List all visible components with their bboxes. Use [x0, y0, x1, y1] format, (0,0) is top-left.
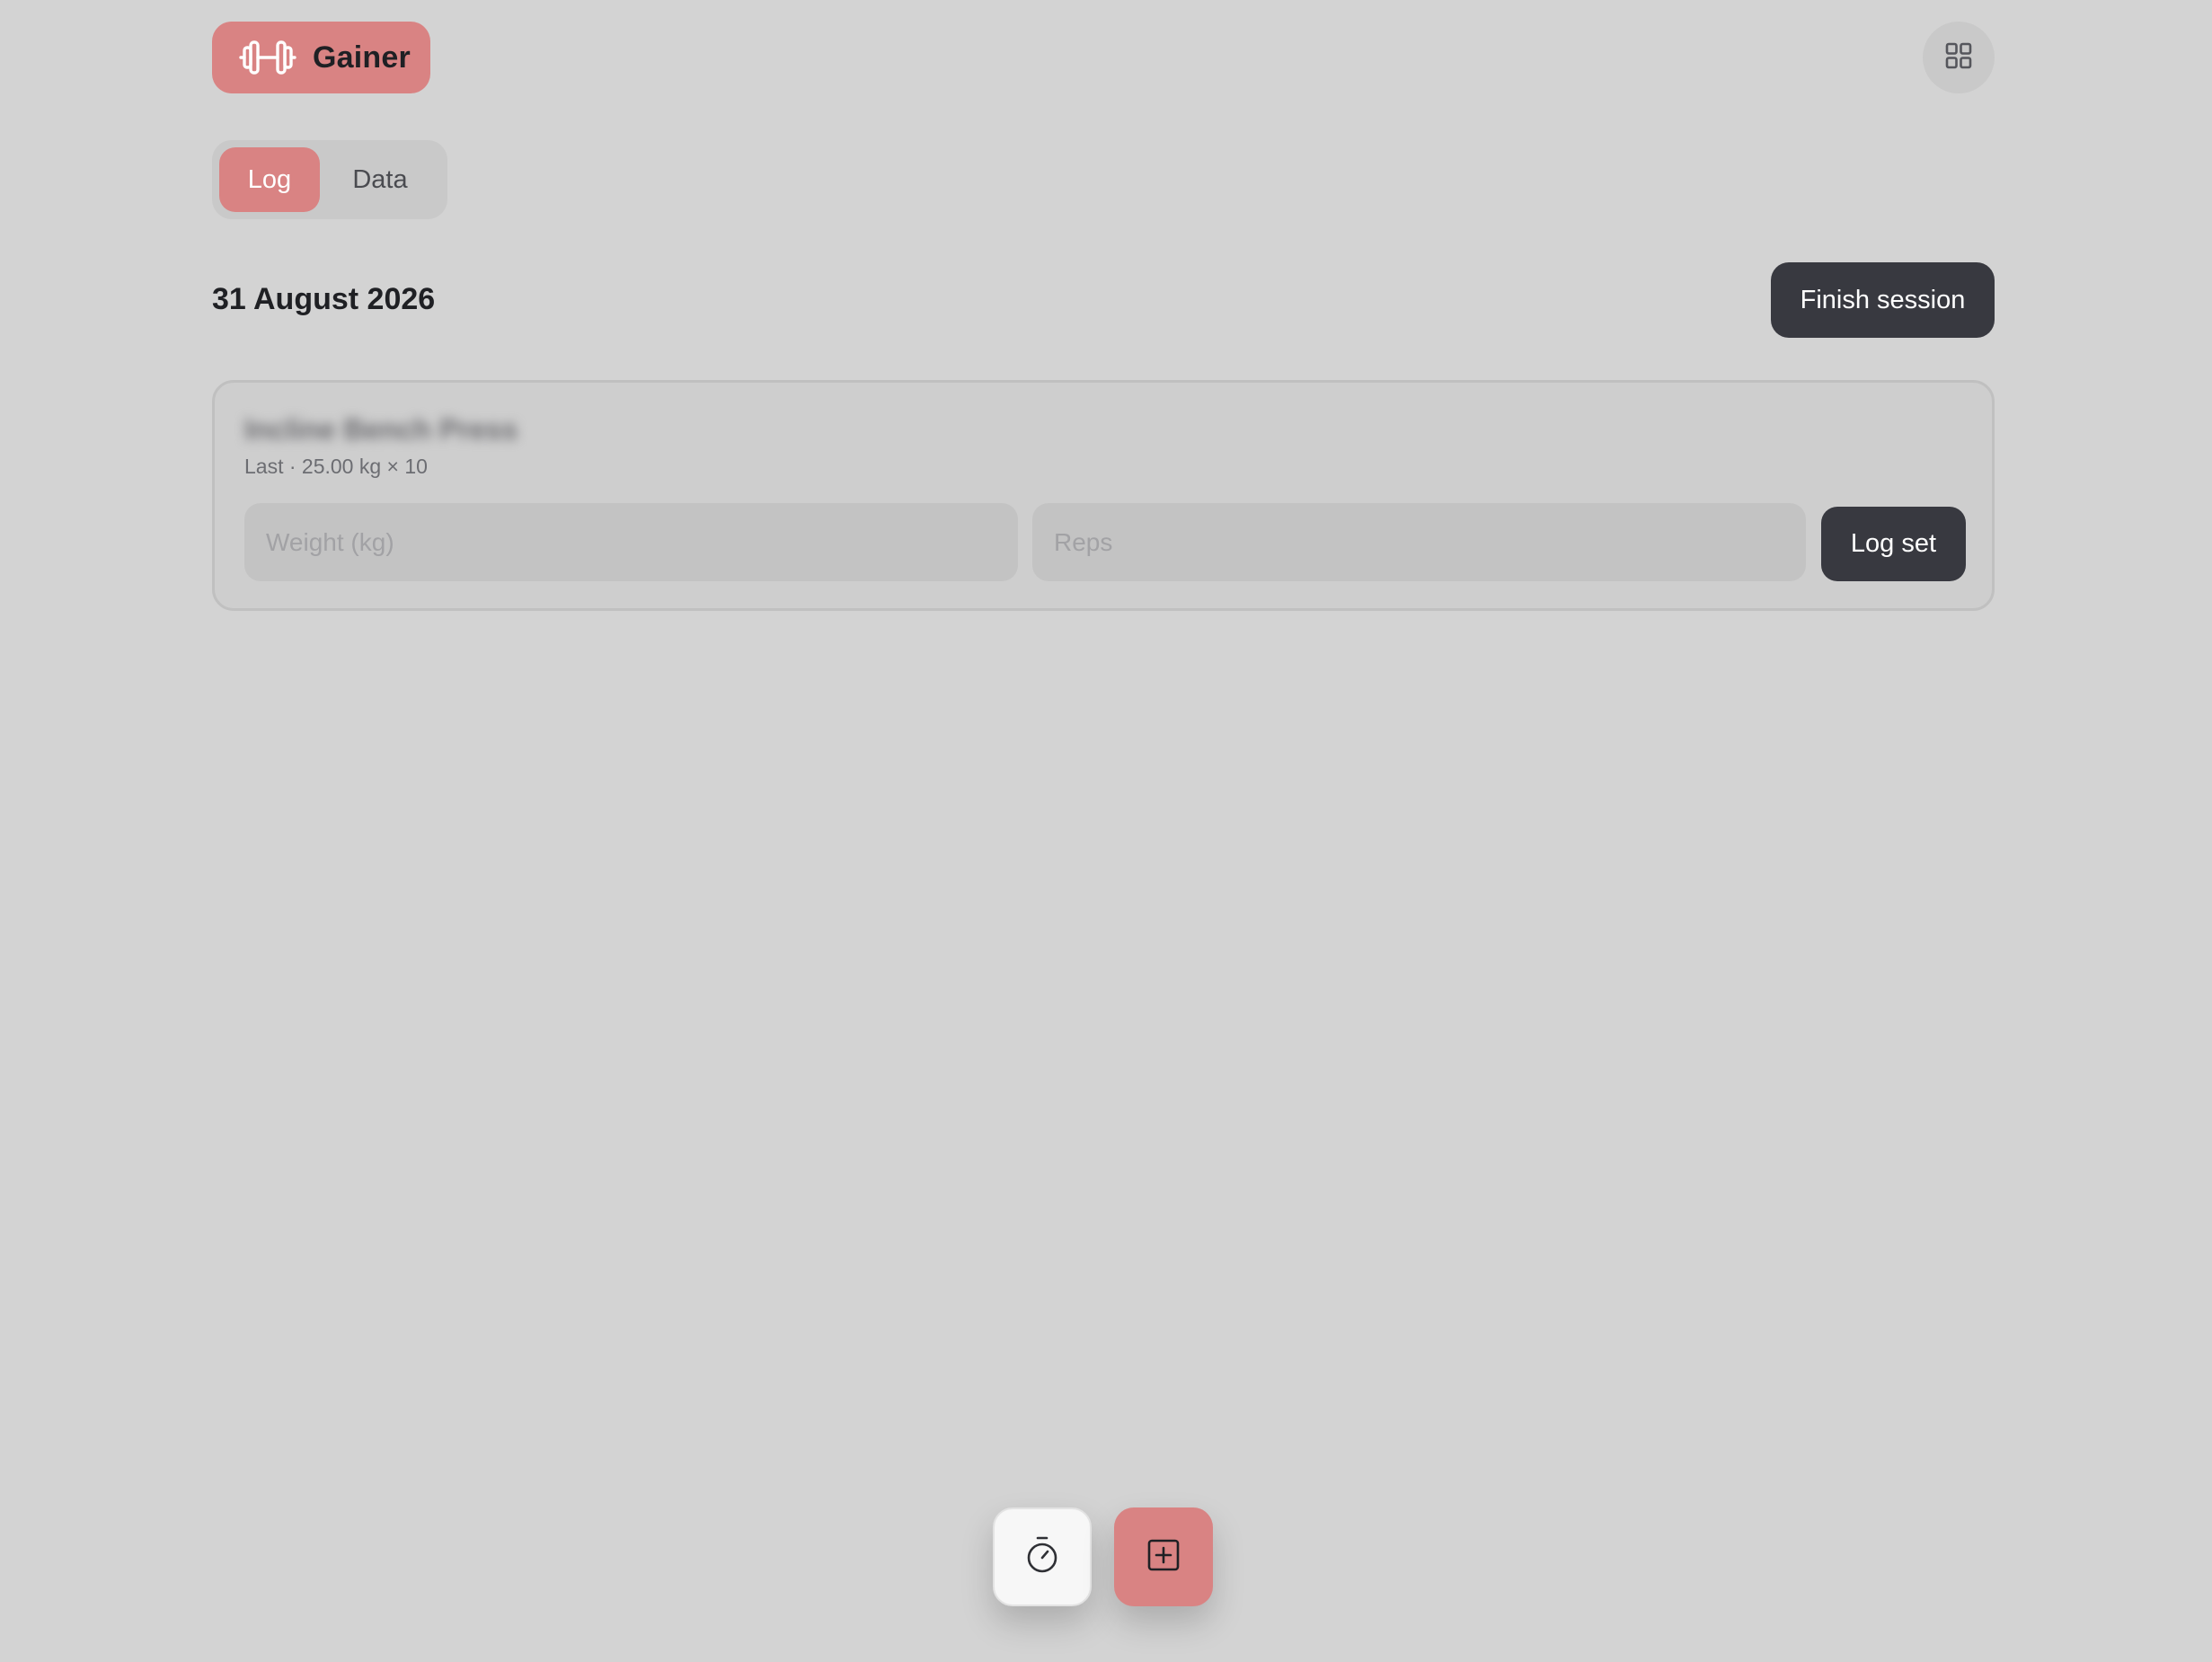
tab-log[interactable]: Log — [219, 147, 320, 212]
exercise-name: Incline Bench Press — [244, 413, 518, 446]
plus-square-icon — [1146, 1537, 1181, 1578]
tab-data[interactable]: Data — [320, 147, 440, 212]
dumbbell-icon — [239, 38, 296, 77]
exercise-card: Incline Bench Press Last · 25.00 kg × 10… — [212, 380, 1995, 611]
grid-menu-button[interactable] — [1923, 22, 1995, 93]
app-logo-button[interactable]: Gainer — [212, 22, 430, 93]
add-exercise-button[interactable] — [1114, 1507, 1213, 1606]
finish-session-button[interactable]: Finish session — [1771, 262, 1995, 338]
session-date: 31 August 2026 — [212, 282, 436, 316]
reps-input[interactable] — [1032, 503, 1806, 581]
rest-timer-button[interactable] — [993, 1507, 1092, 1606]
weight-input[interactable] — [244, 503, 1018, 581]
last-set-info: Last · 25.00 kg × 10 — [244, 455, 428, 478]
app-name: Gainer — [313, 40, 411, 75]
stopwatch-icon — [1024, 1535, 1060, 1579]
grid-icon — [1944, 41, 1973, 75]
log-set-button[interactable]: Log set — [1821, 507, 1966, 581]
view-tabs: Log Data — [212, 140, 447, 219]
